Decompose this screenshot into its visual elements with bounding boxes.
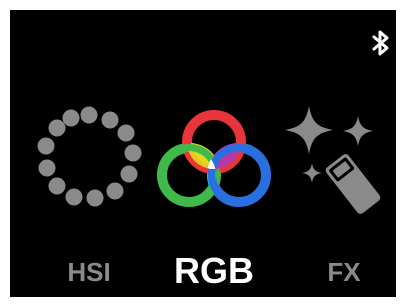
mode-hsi[interactable]: HSI: [26, 100, 152, 297]
mode-fx[interactable]: FX: [281, 100, 396, 297]
mode-label-rgb: RGB: [174, 250, 254, 291]
bluetooth-icon: [372, 30, 389, 56]
rgb-circles-icon: [157, 110, 271, 207]
mode-label-fx: FX: [327, 257, 361, 287]
device-screen: HSI RGB FX: [10, 10, 396, 297]
dots-ring-icon: [37, 106, 142, 207]
mode-rgb[interactable]: RGB: [151, 100, 277, 297]
magic-wand-sparkles-icon: [285, 106, 381, 214]
mode-label-hsi: HSI: [67, 257, 111, 287]
